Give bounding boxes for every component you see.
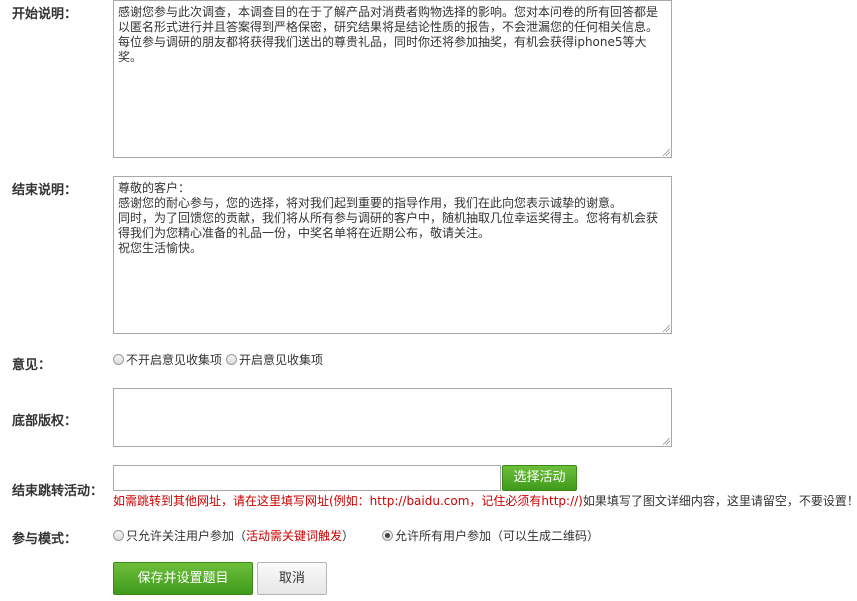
radio-checked-icon[interactable] xyxy=(382,530,393,541)
ending-textarea[interactable]: 尊敬的客户： 感谢您的耐心参与，您的选择，将对我们起到重要的指导作用，我们在此向… xyxy=(113,176,672,334)
redirect-hint: 如需跳转到其他网址，请在这里填写网址(例如：http://baidu.com，记… xyxy=(113,492,857,509)
save-and-setup-button[interactable]: 保存并设置题目 xyxy=(113,562,253,595)
mode-option1-text: 只允许关注用户参加（ xyxy=(126,529,247,543)
mode-option1-red: 活动需关键词触发 xyxy=(246,529,343,543)
redirect-url-input[interactable] xyxy=(113,465,501,491)
mode-option-followers[interactable]: 只允许关注用户参加（ 活动需关键词触发） xyxy=(113,527,354,544)
feedback-radio-group: 不开启意见收集项 开启意见收集项 xyxy=(113,351,327,368)
intro-textarea[interactable]: 感谢您参与此次调查，本调查目的在于了解产品对消费者购物选择的影响。您对本问卷的所… xyxy=(113,0,672,158)
ending-label: 结束说明： xyxy=(12,183,78,198)
radio-icon[interactable] xyxy=(226,354,238,365)
radio-icon[interactable] xyxy=(113,354,124,365)
mode-label: 参与模式： xyxy=(12,532,78,547)
mode-option1-end: ） xyxy=(342,529,355,543)
cancel-button[interactable]: 取消 xyxy=(257,562,327,595)
select-activity-button[interactable]: 选择活动 xyxy=(502,465,577,491)
feedback-option-on[interactable]: 开启意见收集项 xyxy=(226,351,323,368)
radio-icon[interactable] xyxy=(113,530,124,541)
redirect-hint-normal: 如果填写了图文详细内容，这里请留空，不要设置！ xyxy=(582,494,857,508)
feedback-option-off[interactable]: 不开启意见收集项 xyxy=(113,351,222,368)
redirect-hint-red: 如需跳转到其他网址，请在这里填写网址(例如：http://baidu.com，记… xyxy=(113,494,583,508)
mode-option2-text: 允许所有用户参加（可以生成二维码） xyxy=(395,529,600,543)
redirect-label: 结束跳转活动： xyxy=(12,484,104,499)
copyright-textarea[interactable] xyxy=(113,388,672,447)
feedback-label: 意见： xyxy=(12,358,52,373)
feedback-option-on-label: 开启意见收集项 xyxy=(239,353,324,367)
feedback-option-off-label: 不开启意见收集项 xyxy=(126,353,223,367)
mode-option-all[interactable]: 允许所有用户参加（可以生成二维码） xyxy=(382,527,599,544)
copyright-label: 底部版权： xyxy=(12,414,78,429)
intro-label: 开始说明： xyxy=(12,7,78,22)
